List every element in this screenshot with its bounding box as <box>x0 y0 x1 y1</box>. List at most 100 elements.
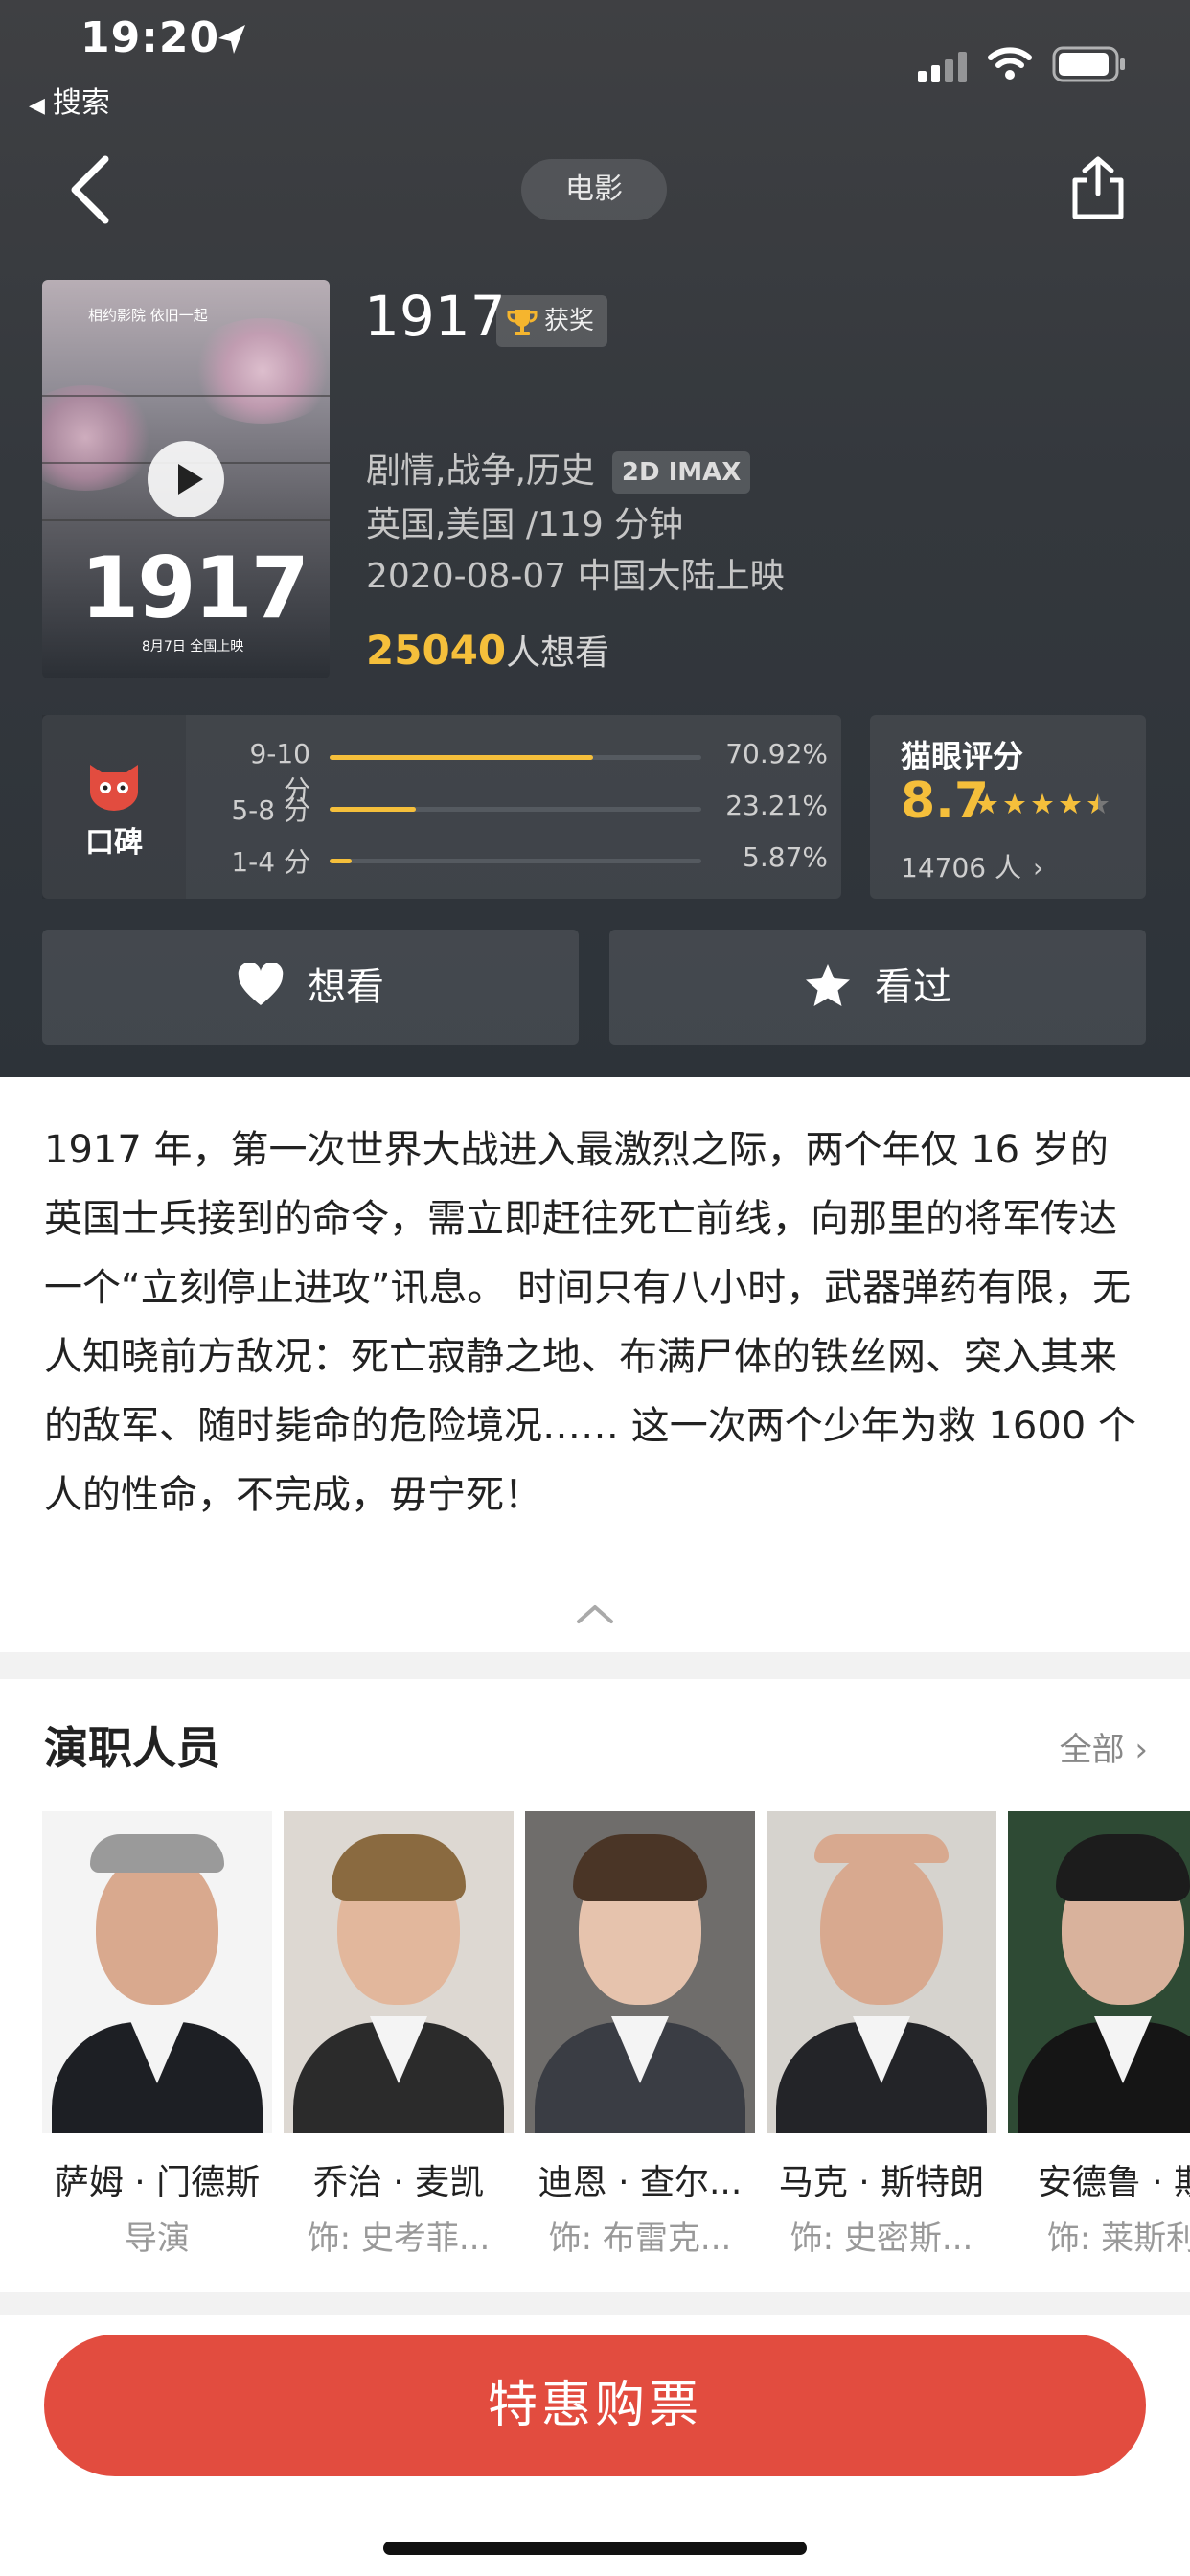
cast-name: 安德鲁 · 斯 <box>1037 2163 1190 2202</box>
cast-all-label: 全部 <box>1059 1731 1125 1769</box>
cast-photo <box>767 1811 996 2133</box>
rating-star-icon <box>1004 794 1025 814</box>
wish-number: 25040 <box>366 627 507 674</box>
cast-name: 迪恩 · 查尔... <box>538 2163 743 2202</box>
rating-star-icon <box>976 794 997 814</box>
chevron-right-icon: › <box>1134 1731 1148 1769</box>
cast-photo <box>1008 1811 1190 2133</box>
star-icon <box>806 964 850 1006</box>
country-duration: 英国,美国 /119 分钟 <box>366 505 684 544</box>
movie-poster[interactable]: 相约影院 依旧一起 1917 8月7日 全国上映 <box>42 280 330 678</box>
rating-bar-fill <box>330 859 352 863</box>
cast-all-link[interactable]: 全部 › <box>1060 1723 1148 1770</box>
rating-row-percent: 5.87% <box>743 841 828 873</box>
poster-blossom <box>186 318 330 424</box>
rating-star-icon <box>1032 794 1053 814</box>
cast-name: 乔治 · 麦凯 <box>312 2163 485 2202</box>
home-indicator[interactable] <box>383 2542 807 2555</box>
status-time: 19:20 <box>80 13 220 62</box>
score-title: 猫眼评分 <box>901 738 1024 774</box>
rating-row: 1-4 分 5.87% <box>215 841 828 880</box>
koubei-panel[interactable]: 口碑 9-10 分 70.92% 5-8 分 23.21% 1-4 分 5.87… <box>42 715 841 899</box>
chevron-right-icon: › <box>1032 852 1044 884</box>
synopsis-section: 1917 年，第一次世界大战进入最激烈之际，两个年仅 16 岁的英国士兵接到的命… <box>0 1077 1190 1652</box>
seen-button[interactable]: 看过 <box>609 930 1146 1045</box>
rating-row: 5-8 分 23.21% <box>215 790 828 828</box>
collapse-chevron-icon[interactable] <box>575 1602 615 1625</box>
rating-bar-fill <box>330 755 594 760</box>
battery-icon <box>1052 46 1125 82</box>
want-to-see-button[interactable]: 想看 <box>42 930 579 1045</box>
rating-bar-track <box>330 807 701 812</box>
poster-wire <box>42 395 330 397</box>
poster-release: 8月7日 全国上映 <box>142 639 244 655</box>
rating-row: 9-10 分 70.92% <box>215 738 828 806</box>
trophy-icon <box>507 309 538 335</box>
format-tag: 2D IMAX <box>611 451 751 494</box>
cast-card[interactable]: 乔治 · 麦凯 饰: 史考菲... <box>284 1811 514 2259</box>
cast-name: 马克 · 斯特朗 <box>778 2163 985 2202</box>
rating-star-icon <box>1060 794 1081 814</box>
bottom-bar: 特惠购票 <box>0 2315 1190 2576</box>
rating-bar-track <box>330 755 701 760</box>
cast-card[interactable]: 萨姆 · 门德斯 导演 <box>42 1811 272 2259</box>
award-badge[interactable]: 获奖 <box>496 295 608 347</box>
maoyan-score-panel[interactable]: 猫眼评分 8.7 14706 人 › <box>870 715 1146 899</box>
cast-card[interactable]: 迪恩 · 查尔... 饰: 布雷克... <box>525 1811 755 2259</box>
synopsis-text: 1917 年，第一次世界大战进入最激烈之际，两个年仅 16 岁的英国士兵接到的命… <box>44 1128 1136 1517</box>
cast-role: 导演 <box>125 2220 190 2258</box>
award-label: 获奖 <box>544 307 595 335</box>
cellular-signal-icon <box>918 52 967 82</box>
rating-bar-fill <box>330 807 417 812</box>
score-count-text: 14706 人 <box>901 852 1021 884</box>
heart-icon <box>238 961 284 1005</box>
play-trailer-icon[interactable] <box>148 441 224 518</box>
cast-photo <box>42 1811 272 2133</box>
movie-title: 1917 <box>364 284 506 349</box>
cast-name: 萨姆 · 门德斯 <box>54 2163 261 2202</box>
score-count: 14706 人 › <box>901 847 1043 886</box>
buy-ticket-button[interactable]: 特惠购票 <box>44 2334 1146 2476</box>
rating-row-label: 5-8 分 <box>231 794 310 826</box>
release-date: 2020-08-07 中国大陆上映 <box>366 557 785 596</box>
rating-star-icon <box>1087 794 1109 814</box>
wish-suffix: 人想看 <box>506 633 610 673</box>
cast-role: 饰: 莱斯利 <box>1046 2220 1190 2258</box>
genres: 剧情,战争,历史 <box>366 451 595 491</box>
seen-label: 看过 <box>875 965 951 1009</box>
cast-photo <box>525 1811 755 2133</box>
cast-card[interactable]: 马克 · 斯特朗 饰: 史密斯... <box>767 1811 996 2259</box>
status-bar: 19:20 ◀ 搜索 <box>0 0 1190 134</box>
rating-row-label: 1-4 分 <box>231 846 310 878</box>
poster-blossom <box>42 385 157 491</box>
location-arrow-icon <box>218 25 245 54</box>
star-rating <box>976 794 1109 814</box>
share-icon[interactable] <box>1069 155 1127 220</box>
poster-wire <box>42 519 330 521</box>
back-to-app-link[interactable]: ◀ 搜索 <box>29 79 110 121</box>
wifi-icon <box>988 47 1032 80</box>
cast-role: 饰: 布雷克... <box>548 2220 732 2258</box>
cast-card[interactable]: 安德鲁 · 斯 饰: 莱斯利 <box>1008 1811 1190 2259</box>
back-app-label: 搜索 <box>52 86 110 120</box>
genres-line: 剧情,战争,历史 2D IMAX <box>366 443 751 494</box>
back-arrow-icon[interactable] <box>63 153 117 226</box>
rating-row-percent: 70.92% <box>725 738 828 770</box>
cast-role: 饰: 史考菲... <box>307 2220 491 2258</box>
want-label: 想看 <box>308 965 384 1009</box>
cast-role: 饰: 史密斯... <box>790 2220 973 2258</box>
rating-bar-track <box>330 859 701 863</box>
movie-header: 19:20 ◀ 搜索 电影 相约影院 依旧一起 1917 8月7日 全国上映 1… <box>0 0 1190 1077</box>
cat-logo-icon <box>90 765 138 811</box>
koubei-label: 口碑 <box>85 826 143 860</box>
koubei-badge: 口碑 <box>42 715 186 899</box>
category-pill: 电影 <box>521 159 667 220</box>
rating-row-percent: 23.21% <box>725 790 828 821</box>
cast-section-title: 演职人员 <box>44 1722 220 1774</box>
cast-photo <box>284 1811 514 2133</box>
poster-title: 1917 <box>80 539 309 637</box>
wish-count: 25040人想看 <box>366 625 609 675</box>
cast-section: 演职人员 全部 › 萨姆 · 门德斯 导演 乔治 · 麦凯 饰: 史考菲... <box>0 1679 1190 2292</box>
poster-tagline: 相约影院 依旧一起 <box>88 307 208 324</box>
back-triangle-icon: ◀ <box>29 94 45 118</box>
